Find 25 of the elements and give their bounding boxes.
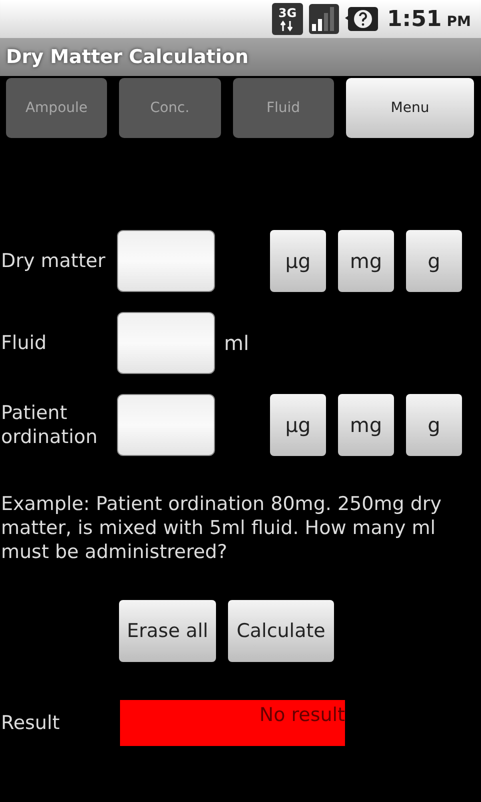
unit-button[interactable]: µg xyxy=(270,394,326,456)
unit-button[interactable]: mg xyxy=(338,230,394,292)
signal-icon xyxy=(308,4,339,34)
tab-button[interactable]: Menu xyxy=(346,78,474,138)
field-label: Patient ordination xyxy=(0,401,99,449)
input-field[interactable] xyxy=(117,230,215,292)
example-text: Example: Patient ordination 80mg. 250mg dry matter, is mixed with 5ml fluid. How many ml must be administrered? xyxy=(1,492,442,564)
unit-label: ml xyxy=(224,331,250,355)
result-label: Result xyxy=(0,711,61,735)
result-display: No result xyxy=(120,700,345,746)
field-label: Dry matter xyxy=(0,249,106,273)
unit-button[interactable]: g xyxy=(406,230,462,292)
question-icon xyxy=(344,6,379,32)
unit-button[interactable]: µg xyxy=(270,230,326,292)
window-title: Dry Matter Calculation xyxy=(6,46,248,68)
network-icon: 3G xyxy=(272,3,303,35)
field-label: Fluid xyxy=(0,331,48,355)
action-button[interactable]: Erase all xyxy=(119,600,216,662)
unit-button[interactable]: mg xyxy=(338,394,394,456)
transfer-arrows-icon xyxy=(280,20,294,32)
clock-time: 1:51 PM xyxy=(386,6,471,32)
action-button[interactable]: Calculate xyxy=(228,600,334,662)
input-field[interactable] xyxy=(117,312,215,374)
unit-button[interactable]: g xyxy=(406,394,462,456)
input-field[interactable] xyxy=(117,394,215,456)
